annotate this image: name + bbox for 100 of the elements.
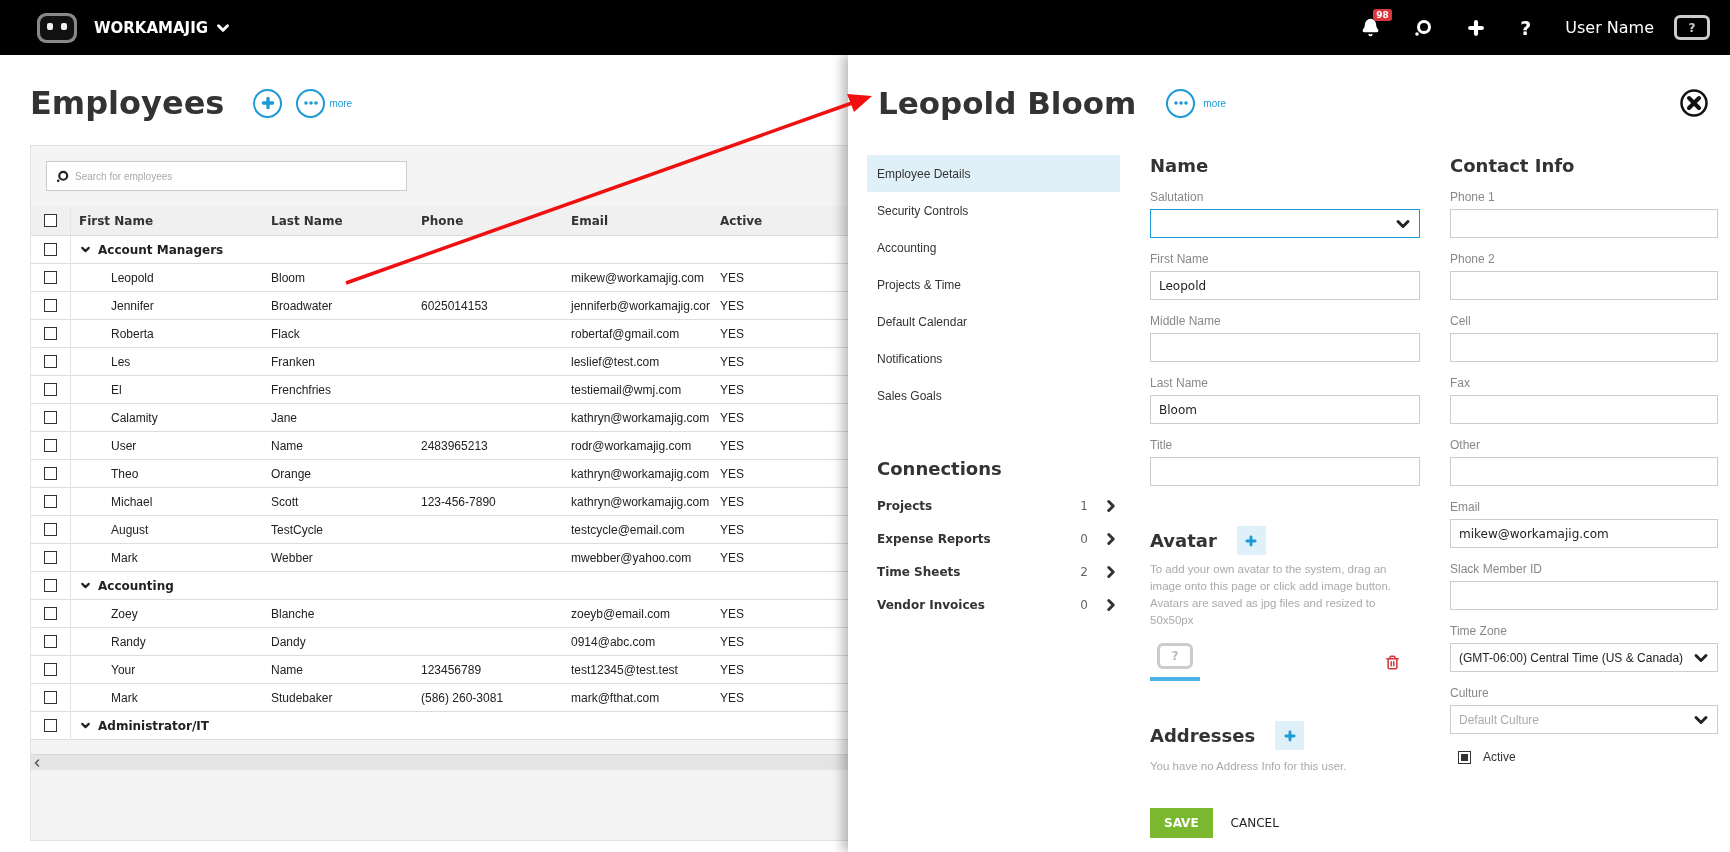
field-label: Last Name xyxy=(1150,376,1210,390)
field-label: Salutation xyxy=(1150,190,1205,204)
nav-item[interactable]: Projects & Time xyxy=(867,266,1120,303)
page-title: Employees xyxy=(30,84,225,122)
input-field[interactable]: Leopold xyxy=(1150,271,1420,300)
select-field[interactable] xyxy=(1150,209,1420,238)
input-field[interactable] xyxy=(1450,209,1718,238)
checkbox[interactable] xyxy=(44,355,57,368)
help-button[interactable]: ? xyxy=(1520,16,1532,39)
section-heading: Name xyxy=(1150,155,1210,176)
column-header[interactable]: Active xyxy=(712,206,812,236)
horizontal-scrollbar[interactable] xyxy=(31,754,848,770)
empty-text: You have no Address Info for this user. xyxy=(1150,760,1348,772)
checkbox[interactable] xyxy=(44,691,57,704)
table-cell: Frenchfries xyxy=(263,376,413,404)
table-cell: (586) 260-3081 xyxy=(413,684,563,712)
section-heading: Contact Info xyxy=(1450,155,1576,176)
table-cell: YES xyxy=(712,320,812,348)
table-cell: YES xyxy=(712,544,812,572)
table-cell: YES xyxy=(712,656,812,684)
checkbox[interactable] xyxy=(44,271,57,284)
checkbox[interactable] xyxy=(44,579,57,592)
table-cell: Flack xyxy=(263,320,413,348)
table-cell: Jennifer xyxy=(71,292,263,320)
section-heading: Addresses xyxy=(1150,725,1256,746)
input-field[interactable] xyxy=(1150,457,1420,486)
table-cell: YES xyxy=(712,292,812,320)
column-header[interactable]: Phone xyxy=(413,206,563,236)
nav-item[interactable]: Notifications xyxy=(867,340,1120,377)
input-field[interactable] xyxy=(1450,395,1718,424)
plus-icon xyxy=(259,95,276,111)
input-field[interactable] xyxy=(1450,271,1718,300)
plus-icon xyxy=(1244,533,1259,548)
checkbox[interactable] xyxy=(44,439,57,452)
add-button[interactable] xyxy=(253,88,283,118)
add-button[interactable] xyxy=(1275,721,1305,750)
select-field[interactable]: (GMT-06:00) Central Time (US & Canada) xyxy=(1450,643,1718,672)
table-cell: Calamity xyxy=(71,404,263,432)
checkbox[interactable] xyxy=(44,299,57,312)
close-button[interactable] xyxy=(1680,89,1708,117)
table-cell: YES xyxy=(712,404,812,432)
table-cell: Orange xyxy=(263,460,413,488)
connection-link[interactable]: Expense Reports 0 xyxy=(867,522,1120,555)
table-cell: jenniferb@workamajig.cor xyxy=(563,292,712,320)
table-cell: kathryn@workamajig.com xyxy=(563,488,712,516)
table-cell: Broadwater xyxy=(263,292,413,320)
bell-icon[interactable] xyxy=(1361,18,1381,37)
table-cell: YES xyxy=(712,376,812,404)
user-avatar[interactable]: ? xyxy=(1674,15,1710,40)
input-field[interactable] xyxy=(1450,581,1718,610)
brand-menu[interactable]: WORKAMAJIG xyxy=(94,18,233,37)
input-field[interactable] xyxy=(1450,457,1718,486)
table-cell: User xyxy=(71,432,263,460)
checkbox[interactable] xyxy=(1458,750,1471,764)
search-icon[interactable] xyxy=(1414,18,1433,37)
input-field[interactable] xyxy=(1450,333,1718,362)
notification-count: 98 xyxy=(1373,9,1392,21)
column-header[interactable]: Last Name xyxy=(263,206,413,236)
field-label: Time Zone xyxy=(1450,624,1508,638)
checkbox[interactable] xyxy=(44,719,57,732)
nav-item[interactable]: Default Calendar xyxy=(867,303,1120,340)
checkbox[interactable] xyxy=(44,495,57,508)
checkbox[interactable] xyxy=(44,411,57,424)
add-button[interactable] xyxy=(1236,526,1266,555)
checkbox[interactable] xyxy=(44,663,57,676)
checkbox[interactable] xyxy=(44,635,57,648)
input-field[interactable]: Bloom xyxy=(1150,395,1420,424)
connection-link[interactable]: Vendor Invoices 0 xyxy=(867,588,1120,621)
table-cell: Bloom xyxy=(263,264,413,292)
more-button[interactable] xyxy=(1166,88,1196,118)
checkbox[interactable] xyxy=(44,327,57,340)
checkbox[interactable] xyxy=(44,551,57,564)
nav-item[interactable]: Accounting xyxy=(867,229,1120,266)
user-name[interactable]: User Name xyxy=(1565,18,1654,37)
nav-item[interactable]: Security Controls xyxy=(867,192,1120,229)
nav-item[interactable]: Sales Goals xyxy=(867,377,1120,414)
checkbox[interactable] xyxy=(44,383,57,396)
connection-link[interactable]: Time Sheets 2 xyxy=(867,555,1120,588)
field-label: Culture xyxy=(1450,686,1490,700)
delete-button[interactable] xyxy=(1385,654,1400,670)
table-cell: Mark xyxy=(71,684,263,712)
checkbox[interactable] xyxy=(44,467,57,480)
connection-link[interactable]: Projects 1 xyxy=(867,489,1120,522)
checkbox[interactable] xyxy=(44,607,57,620)
group-name: Account Managers xyxy=(98,242,224,257)
dots-icon xyxy=(303,101,318,105)
column-header[interactable]: First Name xyxy=(71,206,263,236)
checkbox[interactable] xyxy=(44,523,57,536)
table-cell: YES xyxy=(712,348,812,376)
more-button[interactable] xyxy=(296,88,326,118)
cancel-button[interactable]: CANCEL xyxy=(1230,816,1279,830)
nav-item[interactable]: Employee Details xyxy=(867,155,1120,192)
input-field[interactable]: mikew@workamajig.com xyxy=(1450,519,1718,548)
search-field[interactable]: Search for employees xyxy=(46,161,407,191)
table-cell: 123456789 xyxy=(413,656,563,684)
group-name: Administrator/IT xyxy=(98,718,209,733)
checkbox[interactable] xyxy=(44,243,57,256)
checkbox[interactable] xyxy=(44,214,57,227)
column-header[interactable]: Email xyxy=(563,206,712,236)
input-field[interactable] xyxy=(1150,333,1420,362)
